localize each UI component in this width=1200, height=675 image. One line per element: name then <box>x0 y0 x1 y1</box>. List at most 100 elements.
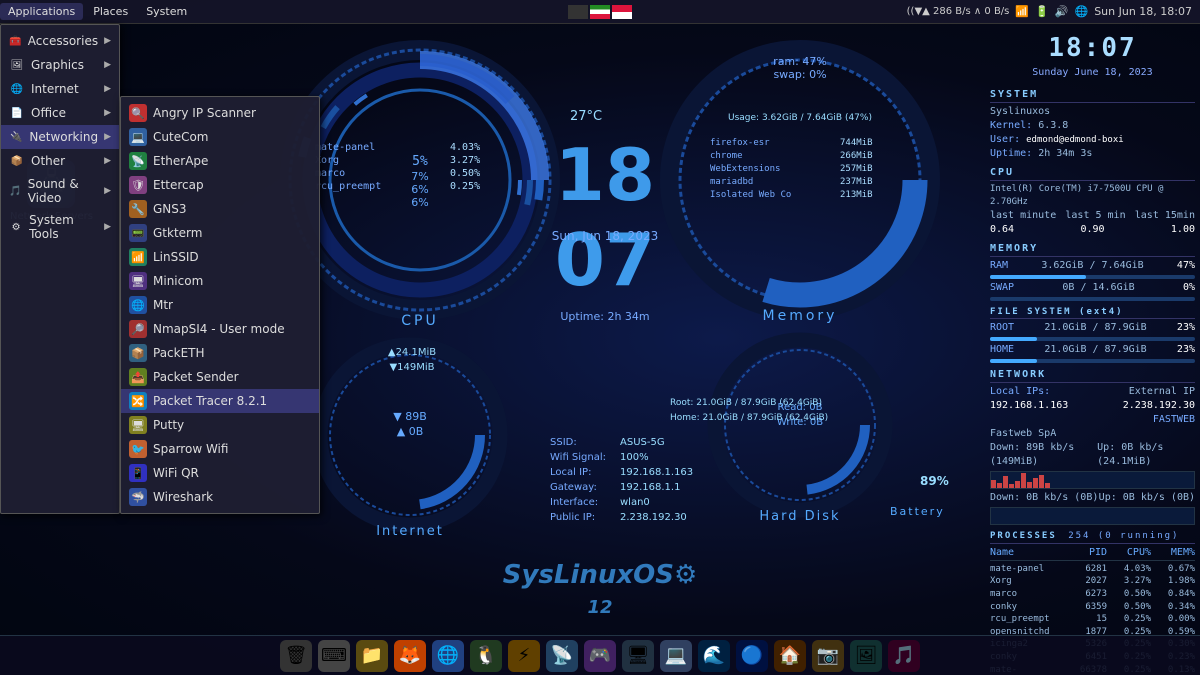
graphics-label: Graphics <box>31 58 84 72</box>
system-user: User: edmond@edmond-boxi <box>990 133 1195 147</box>
svg-text:wlan0: wlan0 <box>620 497 650 508</box>
filesystem-section: FILE SYSTEM (ext4) ROOT 21.0GiB / 87.9Gi… <box>990 306 1195 364</box>
submenu-ettercap[interactable]: 🛡 Ettercap <box>121 173 319 197</box>
submenu-mtr[interactable]: 🌐 Mtr <box>121 293 319 317</box>
submenu-angry-ip[interactable]: 🔍 Angry IP Scanner <box>121 101 319 125</box>
svg-text:SSID:: SSID: <box>550 437 577 448</box>
submenu-linssid[interactable]: 📶 LinSSID <box>121 245 319 269</box>
svg-text:Memory: Memory <box>763 308 838 324</box>
dock-icon-terminal[interactable]: 🖥 <box>622 640 654 672</box>
dock-icon-image[interactable]: 🖼 <box>850 640 882 672</box>
svg-text:firefox-esr: firefox-esr <box>710 138 770 148</box>
menu-item-sound-video[interactable]: 🎵 Sound & Video ▶ <box>1 173 119 209</box>
root-pct: 23% <box>1177 321 1195 335</box>
system-menu-btn[interactable]: System <box>138 3 195 20</box>
applications-menu-btn[interactable]: Applications <box>0 3 83 20</box>
kernel-value: 6.3.8 <box>1038 120 1068 131</box>
submenu-gtkterm[interactable]: 📟 Gtkterm <box>121 221 319 245</box>
dock-icon-linux[interactable]: 🐧 <box>470 640 502 672</box>
dock-icon-wave[interactable]: 🌊 <box>698 640 730 672</box>
local-ip-val: 192.168.1.163 <box>990 399 1068 413</box>
submenu-wifi-qr[interactable]: 📱 WiFi QR <box>121 461 319 485</box>
dock-icon-chrome[interactable]: 🌐 <box>432 640 464 672</box>
menu-item-accessories[interactable]: 🧰 Accessories ▶ <box>1 29 119 53</box>
root-bar-fill <box>990 337 1037 341</box>
places-menu-btn[interactable]: Places <box>85 3 136 20</box>
ram-row: RAM 3.62GiB / 7.64GiB 47% <box>990 259 1195 273</box>
flag3 <box>612 5 632 19</box>
sparrow-wifi-icon: 🐦 <box>129 440 147 458</box>
menu-item-internet[interactable]: 🌐 Internet ▶ <box>1 77 119 101</box>
menu-item-networking[interactable]: 🔌 Networking ▶ <box>1 125 119 149</box>
dock-icon-firefox[interactable]: 🦊 <box>394 640 426 672</box>
submenu-gns3[interactable]: 🔧 GNS3 <box>121 197 319 221</box>
dock-icon-circle[interactable]: 🔵 <box>736 640 768 672</box>
submenu-wireshark[interactable]: 🦈 Wireshark <box>121 485 319 509</box>
submenu-minicom[interactable]: 🖥 Minicom <box>121 269 319 293</box>
menu-item-system-tools[interactable]: ⚙ System Tools ▶ <box>1 209 119 245</box>
submenu-putty[interactable]: 🖥 Putty <box>121 413 319 437</box>
dock-icon-game[interactable]: 🎮 <box>584 640 616 672</box>
graphics-arrow: ▶ <box>104 60 111 70</box>
svg-text:Interface:: Interface: <box>550 497 598 508</box>
dock-icon-camera[interactable]: 📷 <box>812 640 844 672</box>
nmapsi4-label: NmapSI4 - User mode <box>153 322 285 336</box>
menu-item-graphics[interactable]: 🖼 Graphics ▶ <box>1 53 119 77</box>
other-arrow: ▶ <box>104 156 111 166</box>
dock-icon-music[interactable]: 🎵 <box>888 640 920 672</box>
svg-text:WebExtensions: WebExtensions <box>710 164 780 174</box>
svg-text:257MiB: 257MiB <box>840 164 873 174</box>
flag2 <box>590 5 610 19</box>
internet-icon: 🌐 <box>9 81 25 97</box>
taskbar-center <box>568 5 632 19</box>
dock-icon-home[interactable]: 🏠 <box>774 640 806 672</box>
home-value: 21.0GiB / 87.9GiB <box>1044 343 1146 357</box>
submenu-packet-sender[interactable]: 📤 Packet Sender <box>121 365 319 389</box>
svg-text:237MiB: 237MiB <box>840 177 873 187</box>
process-row-1: mate-panel62814.03%0.67% <box>990 563 1195 576</box>
svg-text:Wifi Signal:: Wifi Signal: <box>550 452 606 463</box>
networking-arrow: ▶ <box>104 132 111 142</box>
swap-value: 0B / 14.6GiB <box>1062 281 1134 295</box>
other-icon: 📦 <box>9 153 25 169</box>
proc-col-mem: MEM% <box>1163 546 1195 560</box>
internet-arrow: ▶ <box>104 84 111 94</box>
clock-tray: Sun Jun 18, 18:07 <box>1094 5 1192 18</box>
dock-icon-laptop[interactable]: 💻 <box>660 640 692 672</box>
angry-ip-icon: 🔍 <box>129 104 147 122</box>
dock-icon-keyboard[interactable]: ⌨ <box>318 640 350 672</box>
submenu-sparrow-wifi[interactable]: 🐦 Sparrow Wifi <box>121 437 319 461</box>
wireshark-icon: 🦈 <box>129 488 147 506</box>
ip-row: Local IPs: External IP <box>990 385 1195 399</box>
menu-item-office[interactable]: 📄 Office ▶ <box>1 101 119 125</box>
svg-text:ASUS-5G: ASUS-5G <box>620 437 665 448</box>
submenu-packet-tracer[interactable]: 🔀 Packet Tracer 8.2.1 <box>121 389 319 413</box>
packet-sender-icon: 📤 <box>129 368 147 386</box>
svg-text:4.03%: 4.03% <box>450 142 480 153</box>
submenu-cutecom[interactable]: 💻 CuteCom <box>121 125 319 149</box>
dock-icon-power[interactable]: ⚡ <box>508 640 540 672</box>
svg-text:Usage: 3.62GiB / 7.64GiB (47%): Usage: 3.62GiB / 7.64GiB (47%) <box>728 113 872 123</box>
networking-label: Networking <box>29 130 98 144</box>
submenu-etherape[interactable]: 📡 EtherApe <box>121 149 319 173</box>
svg-text:▲24.1MiB: ▲24.1MiB <box>388 347 436 358</box>
flag-icons <box>568 5 632 19</box>
submenu-packeth[interactable]: 📦 PackETH <box>121 341 319 365</box>
submenu-nmapsi4[interactable]: 🔎 NmapSI4 - User mode <box>121 317 319 341</box>
svg-text:Root: 21.0GiB / 87.9GiB (62.4G: Root: 21.0GiB / 87.9GiB (62.4GiB) <box>670 398 822 408</box>
network-speed: ((▼▲ 286 B/s ∧ 0 B/s <box>907 6 1010 17</box>
taskbar-right: ((▼▲ 286 B/s ∧ 0 B/s 📶 🔋 🔊 🌐 Sun Jun 18,… <box>907 5 1200 18</box>
menu-item-other[interactable]: 📦 Other ▶ <box>1 149 119 173</box>
dock-icon-trash[interactable]: 🗑 <box>280 640 312 672</box>
office-arrow: ▶ <box>104 108 111 118</box>
net-up2-label: Up: 0B kb/s (0B) <box>1099 491 1195 505</box>
system-tools-arrow: ▶ <box>104 222 111 232</box>
wireshark-label: Wireshark <box>153 490 213 504</box>
svg-text:Uptime: 2h 34m: Uptime: 2h 34m <box>560 310 649 323</box>
dock-icon-files[interactable]: 📁 <box>356 640 388 672</box>
ip-values-row: 192.168.1.163 2.238.192.30 <box>990 399 1195 413</box>
clock-date: Sunday June 18, 2023 <box>990 66 1195 80</box>
packeth-icon: 📦 <box>129 344 147 362</box>
process-row-2: Xorg20273.27%1.98% <box>990 575 1195 588</box>
dock-icon-network2[interactable]: 📡 <box>546 640 578 672</box>
